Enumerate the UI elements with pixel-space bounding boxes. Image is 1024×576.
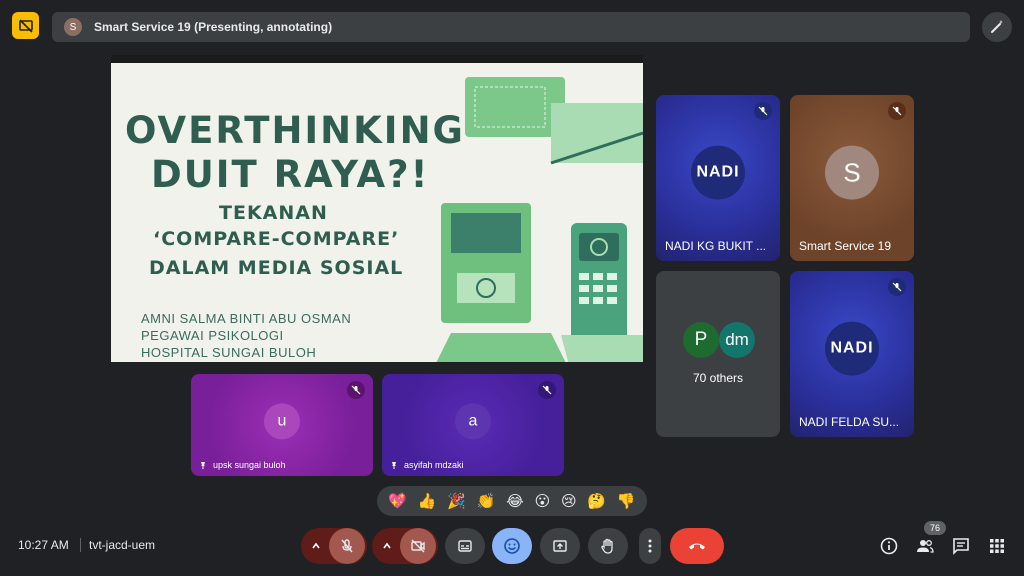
pin-icon <box>392 462 396 469</box>
nadi-logo: NADI <box>691 145 745 200</box>
leave-call-button[interactable] <box>670 528 724 564</box>
reaction-thumbs-up[interactable]: 👍 <box>418 492 437 510</box>
presentation-slide: OVERTHINKING DUIT RAYA?! TEKANAN ‘COMPAR… <box>111 55 643 362</box>
mic-control-group <box>301 528 367 564</box>
money-illustration-icon <box>436 77 643 362</box>
mic-off-icon <box>888 278 906 296</box>
participant-tile-asyifah[interactable]: a asyifah mdzaki <box>382 374 564 476</box>
participant-name: upsk sungai buloh <box>213 460 286 470</box>
others-avatar-1: P <box>683 322 719 358</box>
slide-title-line1: OVERTHINKING <box>125 109 465 152</box>
apps-grid-icon <box>990 539 1004 553</box>
slide-subtitle-line1: TEKANAN <box>219 202 328 224</box>
mic-off-icon <box>341 539 353 553</box>
mic-off-icon <box>538 381 556 399</box>
camera-control-group <box>372 528 438 564</box>
presenter-avatar: S <box>64 18 82 36</box>
chevron-up-icon <box>312 542 320 549</box>
reaction-clap[interactable]: 👏 <box>477 492 496 510</box>
reaction-thinking[interactable]: 🤔 <box>587 492 606 510</box>
participant-tile-nadi-felda[interactable]: NADI NADI FELDA SU... <box>790 271 914 437</box>
participant-tile-upsk[interactable]: u upsk sungai buloh <box>191 374 373 476</box>
others-avatar-2: dm <box>719 322 755 358</box>
mic-toggle-button[interactable] <box>329 528 365 564</box>
info-icon <box>880 537 898 555</box>
divider <box>80 538 81 552</box>
slide-author: AMNI SALMA BINTI ABU OSMAN <box>141 311 352 326</box>
people-button[interactable] <box>915 536 935 556</box>
nadi-logo: NADI <box>825 321 879 376</box>
activities-button[interactable] <box>987 536 1007 556</box>
hand-icon <box>601 538 613 554</box>
reaction-heart[interactable]: 💖 <box>388 492 407 510</box>
reaction-surprised[interactable]: 😮 <box>535 492 551 510</box>
participant-avatar: a <box>455 403 491 440</box>
camera-off-icon <box>411 539 425 553</box>
video-options-button[interactable] <box>374 528 400 564</box>
reactions-bar: 💖 👍 🎉 👏 😂 😮 😢 🤔 👎 <box>377 486 647 516</box>
captions-button[interactable] <box>445 528 485 564</box>
mic-off-icon <box>754 102 772 120</box>
slide-title-line2: DUIT RAYA?! <box>151 153 430 196</box>
more-options-button[interactable] <box>639 528 661 564</box>
meeting-details-button[interactable] <box>879 536 899 556</box>
mic-off-icon <box>347 381 365 399</box>
mic-off-icon <box>888 102 906 120</box>
clock: 10:27 AM <box>18 538 69 552</box>
reaction-thumbs-down[interactable]: 👎 <box>617 492 636 510</box>
others-tile[interactable]: P dm 70 others <box>656 271 780 437</box>
reaction-laugh[interactable]: 😂 <box>506 492 524 510</box>
hang-up-icon <box>689 543 705 550</box>
participant-name: NADI FELDA SU... <box>799 415 900 429</box>
participant-avatar: u <box>264 403 300 440</box>
participant-avatar: S <box>825 145 879 200</box>
slide-role: PEGAWAI PSIKOLOGI <box>141 328 284 343</box>
meeting-code: tvt-jacd-uem <box>89 538 156 552</box>
captions-icon <box>458 540 472 552</box>
others-count: 70 others <box>692 371 744 385</box>
participant-name: NADI KG BUKIT ... <box>665 239 767 253</box>
chat-button[interactable] <box>951 536 971 556</box>
people-icon <box>917 540 934 553</box>
reaction-party[interactable]: 🎉 <box>447 492 466 510</box>
reaction-sad[interactable]: 😢 <box>561 492 577 510</box>
audio-options-button[interactable] <box>303 528 329 564</box>
participants-count-badge: 76 <box>924 521 946 535</box>
slide-org: HOSPITAL SUNGAI BULOH <box>141 345 317 360</box>
participant-name: asyifah mdzaki <box>404 460 464 470</box>
participant-name: Smart Service 19 <box>799 239 892 253</box>
chevron-up-icon <box>383 542 391 549</box>
presenting-title: Smart Service 19 (Presenting, annotating… <box>94 20 333 34</box>
presentation-indicator-icon[interactable] <box>12 12 39 39</box>
presenting-banner[interactable]: S Smart Service 19 (Presenting, annotati… <box>52 12 970 42</box>
emoji-icon <box>504 538 520 554</box>
magic-pen-icon <box>991 20 1003 33</box>
raise-hand-button[interactable] <box>588 528 628 564</box>
chat-icon <box>953 538 969 555</box>
slide-subtitle-line2: ‘COMPARE-COMPARE’ <box>153 228 400 250</box>
camera-toggle-button[interactable] <box>400 528 436 564</box>
more-vert-icon <box>648 539 652 553</box>
annotation-button[interactable] <box>982 12 1012 42</box>
present-button[interactable] <box>540 528 580 564</box>
present-screen-icon <box>553 540 567 552</box>
participant-tile-nadi-bukit[interactable]: NADI NADI KG BUKIT ... <box>656 95 780 261</box>
participant-tile-smart-service[interactable]: S Smart Service 19 <box>790 95 914 261</box>
reactions-button[interactable] <box>492 528 532 564</box>
pin-icon <box>201 462 205 469</box>
slide-subtitle-line3: DALAM MEDIA SOSIAL <box>149 257 404 279</box>
